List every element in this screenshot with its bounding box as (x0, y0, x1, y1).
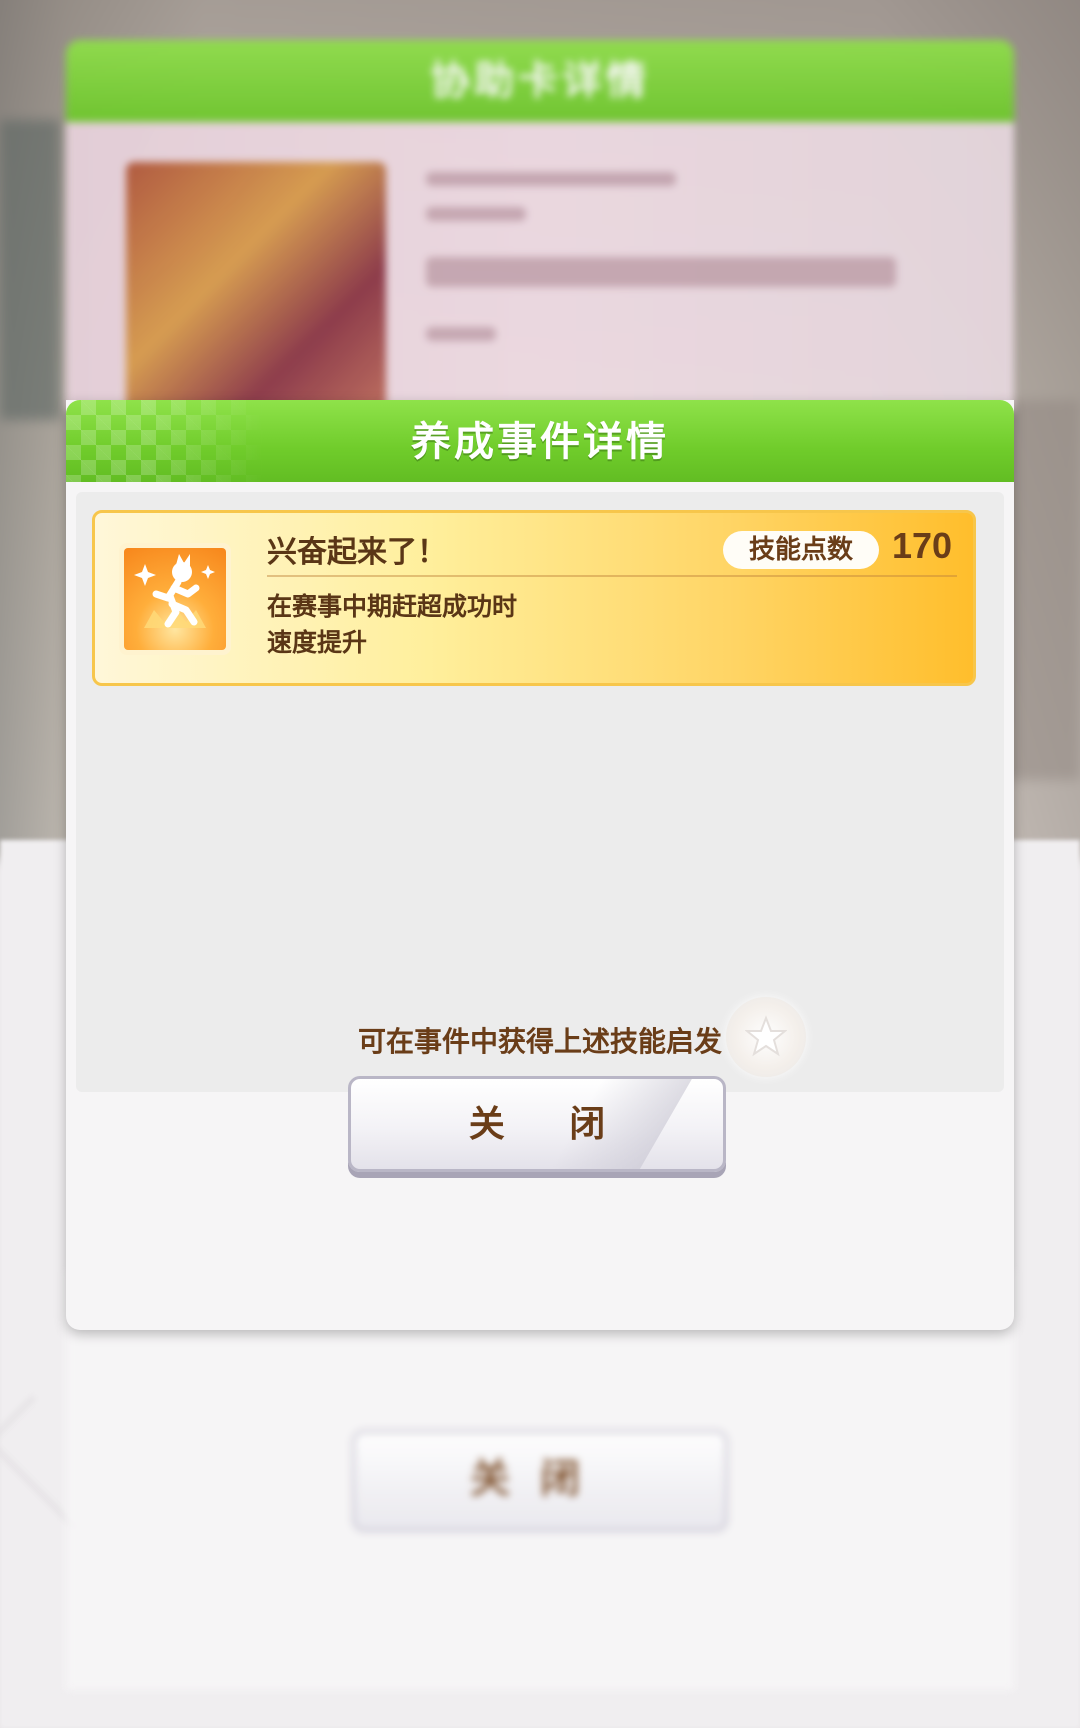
close-button-label: 关 闭 (468, 1104, 632, 1145)
skill-points-value: 170 (892, 525, 953, 566)
background-card-image (126, 162, 386, 422)
card-divider (267, 575, 957, 577)
background-text-line (426, 172, 676, 186)
background-text-line (426, 327, 496, 341)
close-button[interactable]: 关 闭 (348, 1076, 726, 1172)
skill-points-label: 技能点数 (723, 531, 879, 569)
background-text-line (426, 207, 526, 221)
skill-description-line: 速度提升 (267, 628, 368, 657)
dialog-title: 养成事件详情 (411, 419, 669, 465)
dialog-header: 养成事件详情 (66, 400, 1014, 482)
training-event-dialog: 养成事件详情 兴奋起来了！ 技能点数 170 在赛事中期赶超成功时 速度提升 可… (66, 400, 1014, 1330)
background-card-area (66, 122, 1014, 422)
background-panel-title: 协助卡详情 (66, 40, 1014, 122)
background-level-bar (426, 257, 896, 287)
footer-hint-text: 可在事件中获得上述技能启发 (357, 1025, 722, 1058)
background-close-button: 关闭 (352, 1430, 728, 1532)
running-figure-icon (119, 543, 231, 655)
skill-card[interactable]: 兴奋起来了！ 技能点数 170 在赛事中期赶超成功时 速度提升 (92, 510, 976, 686)
skill-list[interactable]: 兴奋起来了！ 技能点数 170 在赛事中期赶超成功时 速度提升 (76, 492, 1004, 1092)
skill-description-line: 在赛事中期赶超成功时 (267, 592, 518, 621)
skill-name: 兴奋起来了！ (267, 535, 447, 570)
